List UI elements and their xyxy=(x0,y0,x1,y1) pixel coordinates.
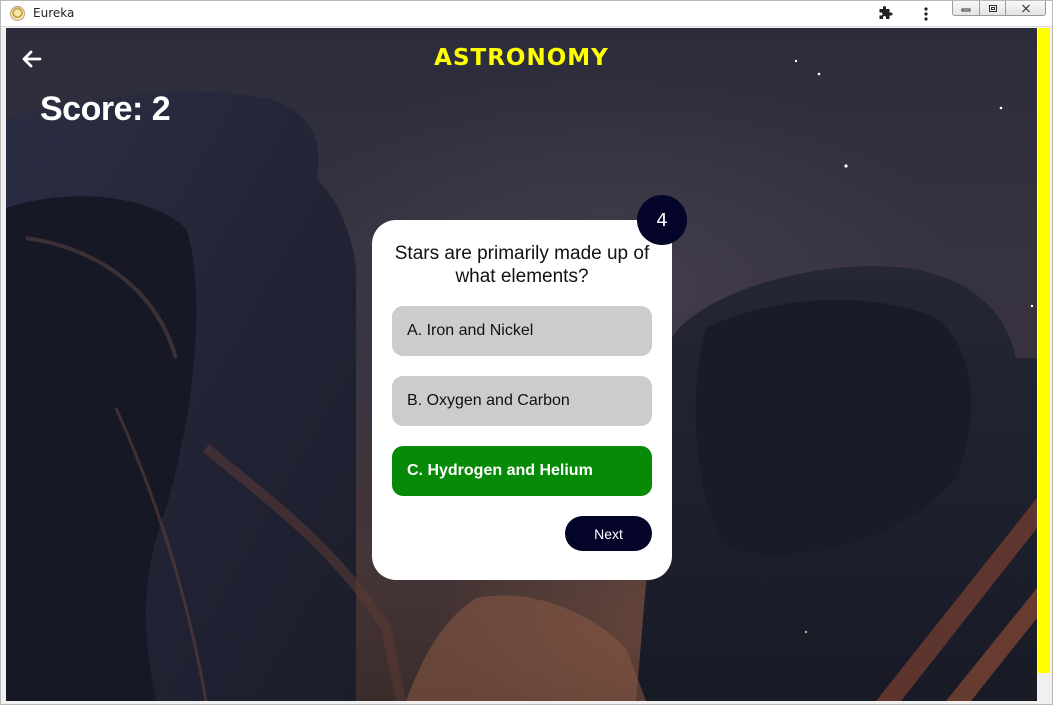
answer-option-b[interactable]: B. Oxygen and Carbon xyxy=(392,376,652,426)
window-controls xyxy=(952,1,1047,17)
window-titlebar: Eureka xyxy=(1,1,1052,27)
browser-window: Eureka ASTRONOMY Score: 2 Stars are prim… xyxy=(0,0,1053,705)
extensions-puzzle-icon[interactable] xyxy=(874,4,896,24)
next-button[interactable]: Next xyxy=(565,516,652,551)
minimize-button[interactable] xyxy=(952,1,980,16)
question-card: Stars are primarily made up of what elem… xyxy=(372,220,672,580)
lightbulb-app-icon xyxy=(10,6,25,21)
vertical-scrollbar[interactable] xyxy=(1038,28,1050,673)
question-text: Stars are primarily made up of what elem… xyxy=(394,243,650,287)
close-window-button[interactable] xyxy=(1006,1,1047,16)
restore-button[interactable] xyxy=(979,1,1007,16)
page-title: ASTRONOMY xyxy=(434,45,609,71)
more-options-icon[interactable] xyxy=(915,4,937,24)
answer-option-a[interactable]: A. Iron and Nickel xyxy=(392,306,652,356)
answer-option-c-correct[interactable]: C. Hydrogen and Helium xyxy=(392,446,652,496)
window-title: Eureka xyxy=(33,6,75,20)
question-number-badge: 4 xyxy=(637,195,687,245)
quiz-screen: ASTRONOMY Score: 2 Stars are primarily m… xyxy=(6,28,1037,701)
score-label: Score: 2 xyxy=(40,90,171,128)
